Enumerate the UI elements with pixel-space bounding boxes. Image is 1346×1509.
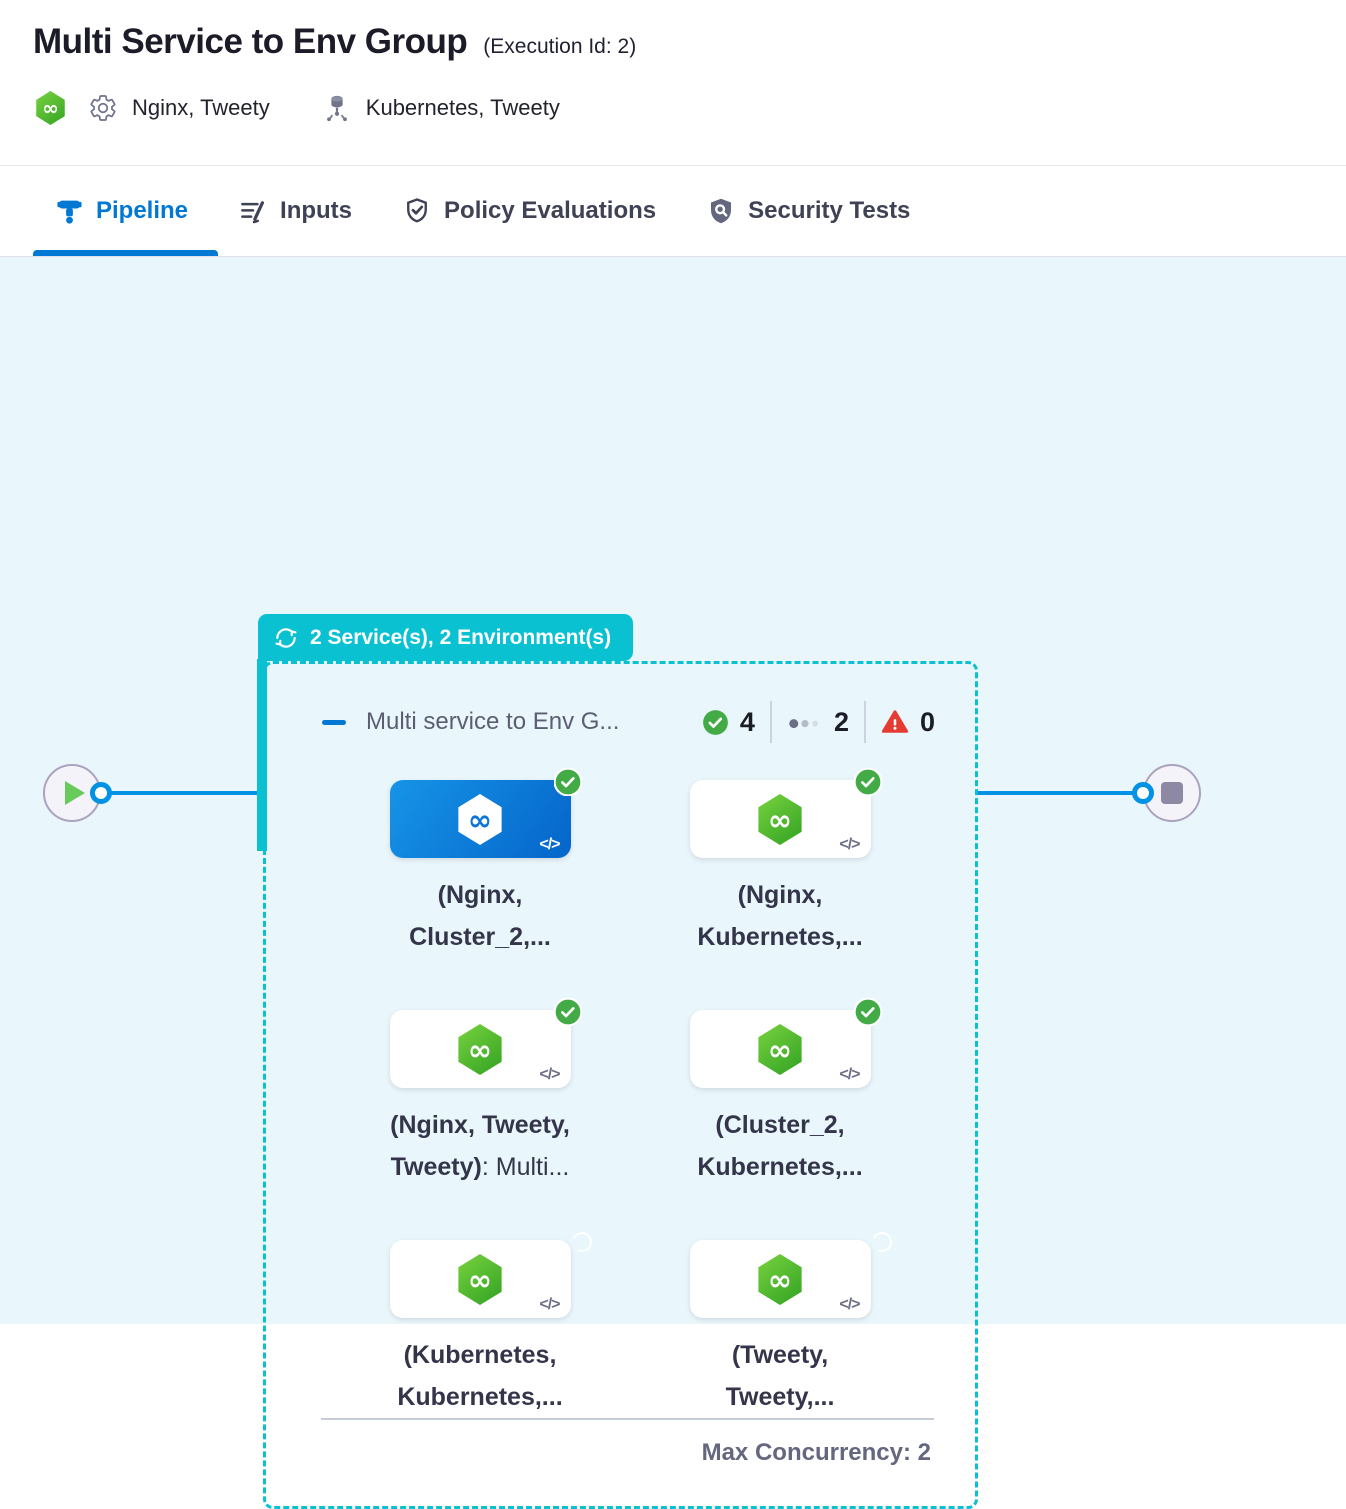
success-count: 4: [740, 707, 755, 738]
card-label: (Nginx, Kubernetes,...: [645, 874, 915, 958]
tab-pipeline[interactable]: Pipeline: [55, 197, 188, 226]
edge-end: [978, 791, 1144, 795]
card-label: (Nginx, Cluster_2,...: [345, 874, 615, 958]
code-icon: </>: [539, 1066, 559, 1084]
card-label: (Tweety, Tweety,...: [645, 1334, 915, 1418]
code-icon: </>: [839, 836, 859, 854]
execution-id: (Execution Id: 2): [483, 35, 636, 59]
gear-icon: [88, 93, 118, 123]
harness-step-icon: ∞: [457, 794, 504, 845]
end-port: [1132, 782, 1154, 804]
stage-node-nginx-cluster2[interactable]: ∞ </>: [390, 780, 571, 858]
service-names: Nginx, Tweety: [132, 95, 270, 121]
failed-count: 0: [920, 707, 935, 738]
matrix-card: ∞ </> (Kubernetes, Kubernetes,...: [345, 1240, 615, 1418]
matrix-card: ∞ </> (Nginx, Tweety, Tweety): Multi...: [345, 1010, 615, 1188]
stage-node-kubernetes-kubernetes[interactable]: ∞ </>: [390, 1240, 571, 1318]
success-badge-icon: [854, 768, 882, 796]
tab-policy-evaluations[interactable]: Policy Evaluations: [402, 196, 656, 226]
active-tab-underline: [33, 250, 218, 256]
divider: [321, 1418, 934, 1420]
matrix-card: ∞ </> (Cluster_2, Kubernetes,...: [645, 1010, 915, 1188]
matrix-stage-group: Multi service to Env G... 4: [263, 661, 978, 1509]
card-label: (Cluster_2, Kubernetes,...: [645, 1104, 915, 1188]
play-icon: [65, 781, 85, 805]
running-count: 2: [834, 707, 849, 738]
environment-icon: [322, 93, 352, 123]
tab-inputs[interactable]: Inputs: [238, 196, 352, 226]
tab-bar: Pipeline Inputs Policy Evaluations: [0, 166, 1346, 257]
status-counts: 4 2: [702, 701, 935, 743]
tab-inputs-label: Inputs: [280, 197, 352, 225]
success-badge-icon: [554, 768, 582, 796]
group-badge-tail: [257, 659, 267, 851]
services-meta: Nginx, Tweety: [88, 93, 270, 123]
stage-node-cluster2-kubernetes[interactable]: ∞ </>: [690, 1010, 871, 1088]
stop-icon: [1161, 782, 1183, 804]
harness-step-icon: ∞: [757, 1254, 804, 1305]
edge-start: [100, 791, 258, 795]
harness-step-icon: ∞: [457, 1254, 504, 1305]
stage-node-tweety-tweety[interactable]: ∞ </>: [690, 1240, 871, 1318]
page-title: Multi Service to Env Group: [33, 22, 467, 62]
tab-policy-evaluations-label: Policy Evaluations: [444, 197, 656, 225]
environments-meta: Kubernetes, Tweety: [322, 93, 560, 123]
tab-security-tests[interactable]: Security Tests: [706, 196, 910, 226]
max-concurrency-label: Max Concurrency: 2: [702, 1439, 931, 1467]
harness-step-icon: ∞: [757, 794, 804, 845]
title-row: Multi Service to Env Group (Execution Id…: [33, 22, 636, 62]
success-badge-icon: [554, 998, 582, 1026]
shield-scan-icon: [706, 196, 736, 226]
code-icon: </>: [539, 836, 559, 854]
execution-page: Multi Service to Env Group (Execution Id…: [0, 0, 1346, 1324]
shield-check-icon: [402, 196, 432, 226]
loop-icon: [273, 625, 299, 651]
running-badge-icon: [854, 1228, 882, 1256]
code-icon: </>: [839, 1296, 859, 1314]
environment-names: Kubernetes, Tweety: [366, 95, 560, 121]
stage-node-nginx-tweety[interactable]: ∞ </>: [390, 1010, 571, 1088]
harness-service-icon: ∞: [35, 91, 66, 125]
matrix-card: ∞ </> (Tweety, Tweety,...: [645, 1240, 915, 1418]
pipeline-icon: [55, 197, 84, 226]
harness-step-icon: ∞: [457, 1024, 504, 1075]
harness-step-icon: ∞: [757, 1024, 804, 1075]
running-dots-icon: [787, 709, 823, 736]
start-port: [90, 782, 112, 804]
failed-icon: [881, 708, 909, 736]
stage-header: Multi service to Env G... 4: [322, 700, 935, 744]
service-env-group-badge[interactable]: 2 Service(s), 2 Environment(s): [258, 614, 633, 661]
running-badge-icon: [554, 1228, 582, 1256]
stage-title: Multi service to Env G...: [366, 708, 619, 736]
matrix-card: ∞ </> (Nginx, Kubernetes,...: [645, 780, 915, 958]
pipeline-canvas: 2 Service(s), 2 Environment(s) Multi ser…: [0, 257, 1346, 1324]
tab-pipeline-label: Pipeline: [96, 197, 188, 225]
card-label: (Kubernetes, Kubernetes,...: [345, 1334, 615, 1418]
divider: [770, 701, 772, 743]
code-icon: </>: [539, 1296, 559, 1314]
page-header: Multi Service to Env Group (Execution Id…: [0, 0, 1346, 166]
success-badge-icon: [854, 998, 882, 1026]
success-icon: [702, 709, 729, 736]
inputs-icon: [238, 196, 268, 226]
collapse-icon[interactable]: [322, 720, 346, 725]
stage-node-nginx-kubernetes[interactable]: ∞ </>: [690, 780, 871, 858]
divider: [864, 701, 866, 743]
execution-meta-row: ∞ Nginx, Tweety: [35, 90, 560, 126]
card-label: (Nginx, Tweety, Tweety): Multi...: [345, 1104, 615, 1188]
tab-security-tests-label: Security Tests: [748, 197, 910, 225]
group-badge-label: 2 Service(s), 2 Environment(s): [310, 626, 611, 650]
matrix-card: ∞ </> (Nginx, Cluster_2,...: [345, 780, 615, 958]
code-icon: </>: [839, 1066, 859, 1084]
